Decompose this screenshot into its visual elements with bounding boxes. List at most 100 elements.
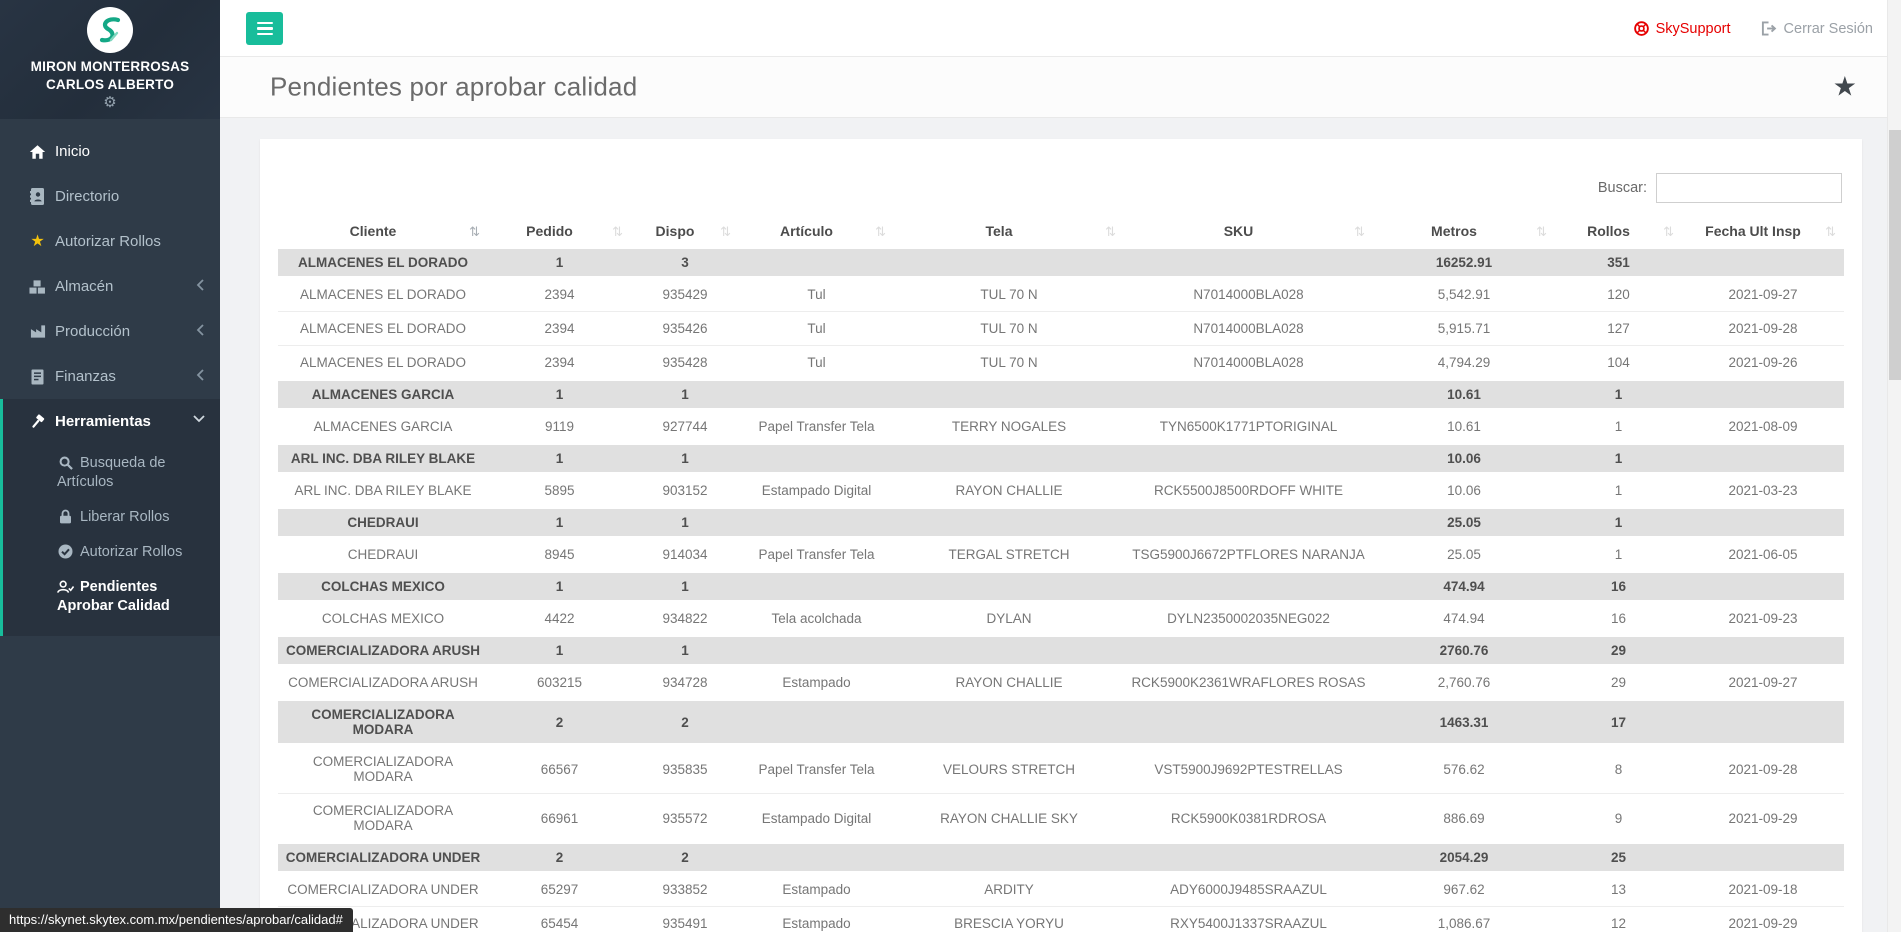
column-header-cliente[interactable]: Cliente ⇅: [278, 217, 488, 248]
table-cell: 1: [631, 635, 739, 666]
table-cell: 4,794.29: [1373, 345, 1555, 380]
table-cell: 927744: [631, 408, 739, 444]
search-icon: [57, 456, 74, 470]
column-header-metros[interactable]: Metros ⇅: [1373, 217, 1555, 248]
table-cell: [1682, 571, 1844, 602]
sidebar-item-finanzas[interactable]: Finanzas: [0, 354, 220, 399]
lock-icon: [57, 509, 74, 524]
table-cell: [1124, 842, 1373, 873]
favorite-star-icon[interactable]: ★: [1833, 73, 1857, 101]
sidebar-item-autorizar-rollos[interactable]: ★ Autorizar Rollos: [0, 219, 220, 264]
sort-icon[interactable]: ⇅: [1354, 224, 1365, 240]
sort-icon[interactable]: ⇅: [1536, 224, 1547, 240]
column-header-tela[interactable]: Tela ⇅: [894, 217, 1124, 248]
group-row: ARL INC. DBA RILEY BLAKE 1 1 10.06 1: [278, 443, 1844, 474]
column-header-fecha-ult-insp[interactable]: Fecha Ult Insp ⇅: [1682, 217, 1844, 248]
table-cell: VST5900J9692PTESTRELLAS: [1124, 743, 1373, 794]
sidebar-item-produccion[interactable]: Producción: [0, 309, 220, 354]
sort-icon[interactable]: ⇅: [875, 224, 886, 240]
table-cell: COMERCIALIZADORA MODARA: [278, 743, 488, 794]
user-check-icon: [57, 580, 74, 594]
sidebar-item-directorio[interactable]: Directorio: [0, 174, 220, 219]
company-logo: [87, 7, 133, 53]
gavel-icon: [27, 412, 48, 431]
table-cell: 16252.91: [1373, 247, 1555, 278]
table-cell: 17: [1555, 699, 1682, 745]
table-cell: [1124, 699, 1373, 745]
table-cell: ALMACENES GARCIA: [278, 408, 488, 444]
table-cell: 8945: [488, 536, 631, 572]
column-header-rollos[interactable]: Rollos ⇅: [1555, 217, 1682, 248]
sidebar-item-inicio[interactable]: Inicio: [0, 129, 220, 174]
table-cell: 16: [1555, 600, 1682, 636]
sort-icon[interactable]: ⇅: [612, 224, 623, 240]
table-row: COLCHAS MEXICO 4422 934822 Tela acolchada DY…: [278, 600, 1844, 636]
table-row: COMERCIALIZADORA ARUSH 603215 934728 Estamp…: [278, 664, 1844, 700]
chevron-left-icon: [196, 279, 205, 291]
column-header-articulo[interactable]: Artículo ⇅: [739, 217, 894, 248]
scrollbar-thumb[interactable]: [1889, 130, 1901, 380]
table-cell: [739, 379, 894, 410]
table-cell: 351: [1555, 247, 1682, 278]
column-header-dispo[interactable]: Dispo ⇅: [631, 217, 739, 248]
table-cell: [739, 699, 894, 745]
sidebar-item-liberar-rollos[interactable]: Liberar Rollos: [3, 500, 220, 535]
table-cell: RCK5500J8500RDOFF WHITE: [1124, 472, 1373, 508]
table-row: COMERCIALIZADORA MODARA 66567 935835 Papel …: [278, 743, 1844, 794]
table-cell: COLCHAS MEXICO: [278, 600, 488, 636]
sidebar-item-almacen[interactable]: Almacén: [0, 264, 220, 309]
table-cell: [739, 443, 894, 474]
table-cell: 1463.31: [1373, 699, 1555, 745]
table-cell: VELOURS STRETCH: [894, 743, 1124, 794]
table-cell: [894, 443, 1124, 474]
table-cell: Estampado Digital: [739, 793, 894, 843]
gear-icon[interactable]: ⚙: [103, 95, 116, 110]
table-cell: 935491: [631, 906, 739, 932]
sidebar-item-label: Producción: [55, 323, 131, 340]
sort-icon[interactable]: ⇅: [469, 224, 480, 240]
table-cell: 16: [1555, 571, 1682, 602]
group-row: COMERCIALIZADORA ARUSH 1 1 2760.76 29: [278, 635, 1844, 666]
table-cell: ARL INC. DBA RILEY BLAKE: [278, 443, 488, 474]
sort-icon[interactable]: ⇅: [1663, 224, 1674, 240]
content-header: Pendientes por aprobar calidad ★: [220, 57, 1901, 118]
table-cell: [739, 247, 894, 278]
table-cell: 10.61: [1373, 379, 1555, 410]
table-cell: 29: [1555, 635, 1682, 666]
life-ring-icon: [1633, 21, 1649, 36]
sidebar-item-herramientas[interactable]: Herramientas: [3, 399, 220, 444]
logout-link[interactable]: Cerrar Sesión: [1761, 21, 1873, 37]
sort-icon[interactable]: ⇅: [1825, 224, 1836, 240]
table-card: Buscar: Cliente ⇅ Pedido ⇅ Dispo ⇅ Artículo…: [260, 139, 1862, 932]
sidebar-item-busqueda-articulos[interactable]: Busqueda de Artículos: [3, 446, 220, 500]
table-cell: 66567: [488, 743, 631, 794]
table-cell: 25: [1555, 842, 1682, 873]
vertical-scrollbar[interactable]: [1887, 0, 1901, 932]
table-cell: RAYON CHALLIE SKY: [894, 793, 1124, 843]
chevron-down-icon: [193, 414, 205, 423]
sidebar-toggle-button[interactable]: [246, 12, 283, 45]
sort-icon[interactable]: ⇅: [1105, 224, 1116, 240]
sidebar-item-autorizar-rollos-sub[interactable]: Autorizar Rollos: [3, 535, 220, 570]
industry-icon: [27, 322, 48, 341]
table-cell: ALMACENES GARCIA: [278, 379, 488, 410]
search-input[interactable]: [1656, 173, 1842, 203]
sidebar-item-label: Almacén: [55, 278, 114, 295]
table-cell: RAYON CHALLIE: [894, 664, 1124, 700]
table-cell: [894, 571, 1124, 602]
table-cell: N7014000BLA028: [1124, 311, 1373, 346]
sidebar-item-label: Liberar Rollos: [80, 509, 170, 525]
table-cell: COMERCIALIZADORA MODARA: [278, 699, 488, 745]
column-header-sku[interactable]: SKU ⇅: [1124, 217, 1373, 248]
table-cell: 1: [1555, 443, 1682, 474]
column-header-pedido[interactable]: Pedido ⇅: [488, 217, 631, 248]
sort-icon[interactable]: ⇅: [720, 224, 731, 240]
table-cell: 2: [488, 842, 631, 873]
skysupport-link[interactable]: SkySupport: [1633, 21, 1731, 37]
table-cell: 1: [1555, 507, 1682, 538]
table-cell: COMERCIALIZADORA ARUSH: [278, 635, 488, 666]
table-cell: Tul: [739, 276, 894, 312]
sidebar-item-pendientes-aprobar-calidad[interactable]: Pendientes Aprobar Calidad: [3, 570, 220, 624]
group-row: COMERCIALIZADORA UNDER 2 2 2054.29 25: [278, 842, 1844, 873]
table-cell: 2: [631, 699, 739, 745]
